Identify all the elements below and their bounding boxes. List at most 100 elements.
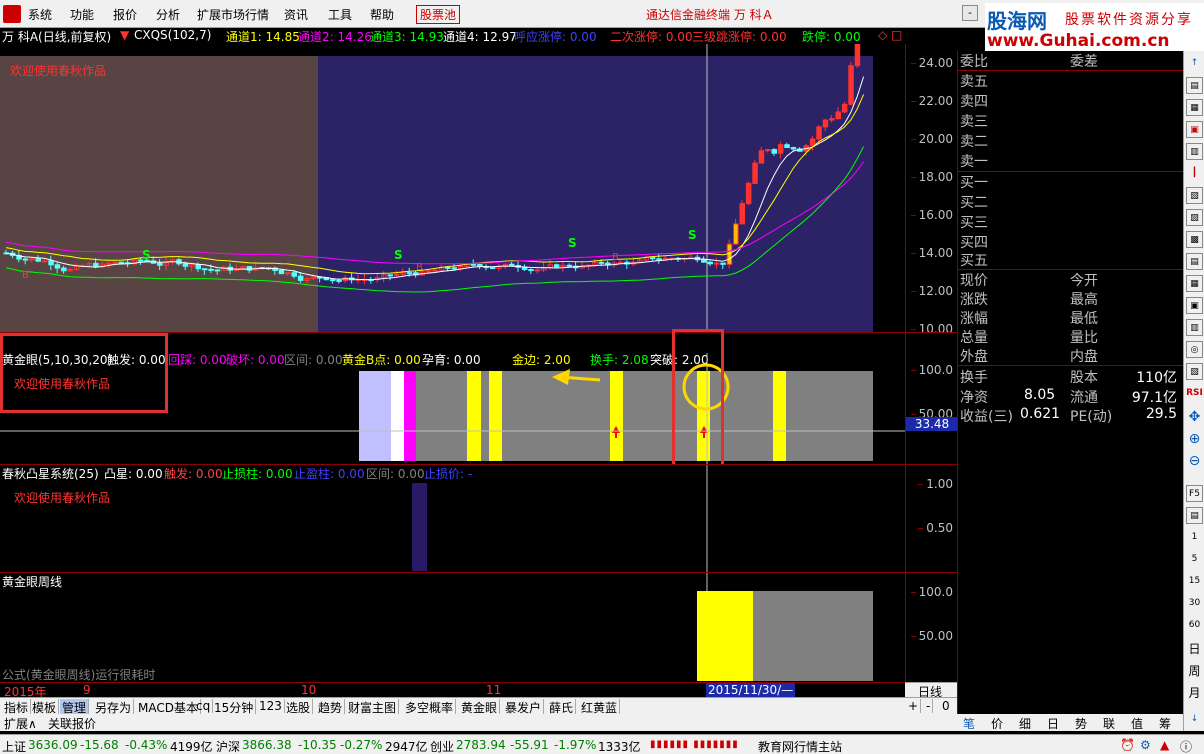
menu-help[interactable]: 帮助 [370, 6, 394, 23]
stock-period-label[interactable]: 万 科A(日线,前复权) [2, 28, 111, 45]
quote-panel-empty [957, 426, 1183, 714]
chart-tool-icon[interactable]: ▥ [1186, 319, 1203, 336]
period-month[interactable]: 月 [1186, 685, 1203, 702]
sz-name[interactable]: 沪深 [216, 738, 240, 754]
minimize-button[interactable]: - [962, 5, 978, 21]
tb-zoom-out[interactable]: - [924, 699, 934, 713]
sell-5: 卖五 [960, 74, 988, 90]
menu-system[interactable]: 系统 [28, 6, 52, 23]
tab-link[interactable]: 联 [1103, 715, 1115, 732]
candle-body [701, 259, 707, 263]
stat-low: 最低 [1070, 311, 1098, 327]
period-1min[interactable]: 1 [1186, 529, 1203, 546]
highlight-box [672, 329, 724, 481]
chart-tool-icon[interactable]: ▥ [1186, 143, 1203, 160]
menu-quote[interactable]: 报价 [113, 6, 137, 23]
tab-trade[interactable]: 笔 [963, 715, 975, 732]
convex-star-pane[interactable]: 春秋凸星系统(25) 凸星: 0.00 触发: 0.00 止损柱: 0.00 止… [0, 464, 905, 573]
menu-tools[interactable]: 工具 [328, 6, 352, 23]
gear-icon[interactable]: ⚙ [1140, 738, 1151, 752]
y-label: 0.50 [918, 521, 953, 535]
chart-tool-icon[interactable]: ▦ [1186, 99, 1203, 116]
tb-extend[interactable]: 扩展∧ [4, 715, 37, 732]
candle-body [733, 223, 739, 245]
period-label-box[interactable]: 日线 [905, 682, 957, 699]
buy-mark: B [22, 270, 29, 281]
tb-related[interactable]: 关联报价 [48, 715, 96, 732]
zoom-out-icon[interactable]: ⊖ [1186, 453, 1203, 470]
tab-trend[interactable]: 势 [1075, 715, 1087, 732]
tb-cq[interactable]: cq [194, 699, 214, 713]
rsi-button[interactable]: RSI [1186, 385, 1203, 402]
period-day[interactable]: 日 [1186, 641, 1203, 658]
f5-button[interactable]: F5 [1186, 485, 1203, 502]
move-icon[interactable]: ✥ [1186, 409, 1203, 426]
menu-analysis[interactable]: 分析 [156, 6, 180, 23]
chart-tool-icon[interactable]: ▧ [1186, 363, 1203, 380]
chart-tool-icon[interactable]: ▦ [1186, 275, 1203, 292]
menu-function[interactable]: 功能 [70, 6, 94, 23]
candle-body [445, 266, 451, 269]
formula-label[interactable]: CXQS(102,7) [134, 28, 211, 42]
fund-netasset-value: 8.05 [1024, 387, 1056, 403]
chart-tool-icon[interactable]: ▣ [1186, 121, 1203, 138]
period-15min[interactable]: 15 [1186, 573, 1203, 590]
tab-value[interactable]: 值 [1131, 715, 1143, 732]
tb-123[interactable]: 123 [257, 699, 285, 713]
candle-body [598, 261, 605, 264]
period-30min[interactable]: 30 [1186, 595, 1203, 612]
stock-pool-button[interactable]: 股票池 [416, 5, 461, 24]
sell-4: 卖四 [960, 94, 988, 110]
tab-chips[interactable]: 筹 [1159, 715, 1171, 732]
candle-body [201, 268, 208, 271]
zoom-in-icon[interactable]: ⊕ [1186, 431, 1203, 448]
date-label-month: 10 [301, 683, 317, 697]
alarm-icon[interactable]: ⏰ [1120, 738, 1135, 752]
period-week[interactable]: 周 [1186, 663, 1203, 680]
info-icon[interactable]: ⓘ [1180, 738, 1192, 754]
tab-day[interactable]: 日 [1047, 715, 1059, 732]
tb-zoom-in[interactable]: + [906, 699, 922, 713]
tab-price[interactable]: 价 [991, 715, 1003, 732]
cy-name[interactable]: 创业 [430, 738, 454, 754]
sz-pct: -0.27% [340, 738, 383, 752]
candle-body [336, 279, 342, 282]
scroll-up-icon[interactable]: ↑ [1186, 55, 1203, 72]
signal-icon[interactable]: ▲ [1160, 738, 1169, 752]
channel-1: 通道1: 14.85 [226, 30, 300, 44]
chart-tool-icon[interactable]: ▩ [1186, 231, 1203, 248]
chart-tool-icon[interactable]: ▤ [1186, 77, 1203, 94]
sh-amount: 4199亿 [170, 740, 213, 754]
chart-tool-icon[interactable]: ▣ [1186, 297, 1203, 314]
candle-body [285, 272, 291, 275]
chart-tool-icon[interactable]: ▧ [1186, 187, 1203, 204]
y-label: 24.00 [910, 56, 953, 70]
main-chart-pane[interactable]: 欢迎使用春秋作品 财 高 停 S S S S B B B [0, 44, 905, 350]
y-label: 18.00 [910, 170, 953, 184]
cursor-date: 2015/11/30/— [706, 683, 796, 697]
fund-turnover-label: 换手 [960, 370, 988, 386]
menu-info[interactable]: 资讯 [284, 6, 308, 23]
app-logo-icon[interactable] [3, 5, 21, 23]
chart-tool-icon[interactable]: ▤ [1186, 253, 1203, 270]
tb-reset[interactable]: 0 [940, 699, 952, 713]
server-station[interactable]: 教育网行情主站 [758, 738, 842, 754]
candle-body [662, 257, 669, 260]
period-5min[interactable]: 5 [1186, 551, 1203, 568]
scroll-down-icon[interactable]: ↓ [1186, 711, 1203, 728]
golden-eye-pane[interactable]: 黄金眼(5,10,30,20) 触发: 0.00 回踩: 0.00 破坏: 0.… [0, 329, 905, 481]
sell-mark: S [142, 248, 151, 262]
period-60min[interactable]: 60 [1186, 617, 1203, 634]
chart-tool-icon[interactable]: ▨ [1186, 209, 1203, 226]
weekly-golden-eye-pane[interactable]: 黄金眼周线 公式(黄金眼周线)运行很耗时 [0, 572, 905, 682]
sh-name[interactable]: 上证 [2, 738, 26, 754]
menu-extended-market[interactable]: 扩展市场行情 [197, 6, 269, 23]
candle-icon[interactable]: ┃ [1186, 165, 1203, 182]
candle-body [752, 162, 758, 184]
candle-body [41, 260, 48, 263]
candle-body [489, 267, 496, 270]
tab-detail[interactable]: 细 [1019, 715, 1031, 732]
chart-tool-icon[interactable]: ▤ [1186, 507, 1203, 524]
candle-body [182, 263, 189, 267]
chart-tool-icon[interactable]: ◎ [1186, 341, 1203, 358]
